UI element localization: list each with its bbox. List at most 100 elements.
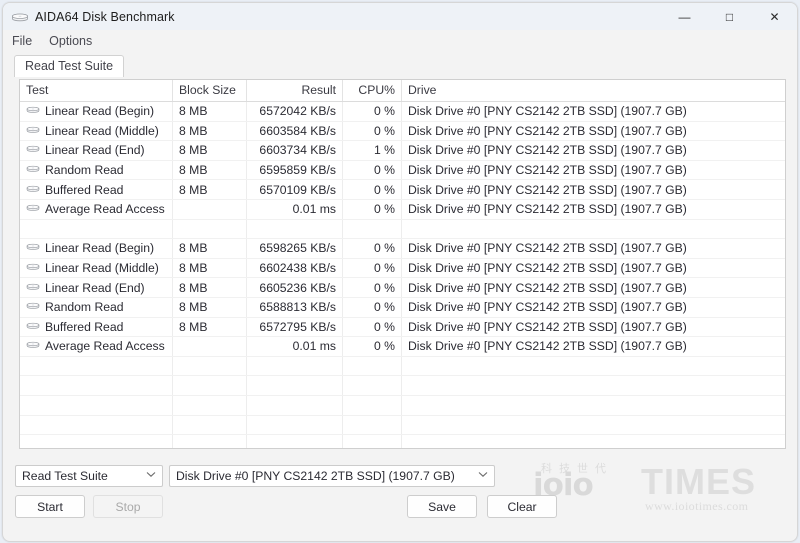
cell-result: 6598265 KB/s [246,238,343,259]
cell-drive: Disk Drive #0 [PNY CS2142 2TB SSD] (1907… [401,238,785,259]
cell-empty [246,395,343,416]
cell-result: 0.01 ms [246,199,343,220]
column-header-block-size[interactable]: Block Size [172,80,247,102]
cell-test: Linear Read (Middle) [20,258,173,279]
cell-cpu: 0 % [342,179,402,200]
cell-result: 0.01 ms [246,336,343,357]
table-row[interactable]: Buffered Read 8 MB 6570109 KB/s 0 % Disk Dri… [20,179,785,200]
cell-block-size [172,336,247,357]
cell-drive: Disk Drive #0 [PNY CS2142 2TB SSD] (1907… [401,277,785,298]
cell-empty [401,356,785,377]
cell-test: Buffered Read [20,179,173,200]
table-row[interactable] [20,219,785,240]
start-button[interactable]: Start [15,495,85,518]
cell-block-size: 8 MB [172,179,247,200]
table-body: Linear Read (Begin) 8 MB 6572042 KB/s 0 % Di… [20,101,785,448]
cell-empty [20,375,173,396]
cell-test: Linear Read (Begin) [20,238,173,259]
cell-drive: Disk Drive #0 [PNY CS2142 2TB SSD] (1907… [401,317,785,338]
disk-drive-icon [26,300,40,314]
table-row[interactable]: Linear Read (End) 8 MB 6605236 KB/s 0 % Disk… [20,277,785,298]
tab-strip: Read Test Suite [3,55,797,77]
chevron-down-icon [146,471,156,481]
cell-drive: Disk Drive #0 [PNY CS2142 2TB SSD] (1907… [401,179,785,200]
minimize-icon[interactable]: — [662,3,707,30]
chevron-down-icon [478,471,488,481]
table-row[interactable]: Linear Read (Middle) 8 MB 6602438 KB/s 0 % D… [20,258,785,279]
cell-drive: Disk Drive #0 [PNY CS2142 2TB SSD] (1907… [401,297,785,318]
cell-test: Linear Read (Middle) [20,121,173,142]
table-row[interactable]: Linear Read (Begin) 8 MB 6572042 KB/s 0 % Di… [20,101,785,122]
cell-empty [20,395,173,416]
cell-block-size: 8 MB [172,160,247,181]
disk-drive-icon [26,241,40,255]
table-row[interactable]: Random Read 8 MB 6588813 KB/s 0 % Disk Drive… [20,297,785,318]
close-icon[interactable]: ✕ [752,3,797,30]
test-suite-select[interactable]: Read Test Suite [15,465,163,487]
cell-empty [401,434,785,448]
save-button[interactable]: Save [407,495,477,518]
maximize-icon[interactable]: □ [707,3,752,30]
test-name: Linear Read (Middle) [45,123,159,138]
cell-block-size: 8 MB [172,121,247,142]
cell-drive [401,219,785,240]
disk-drive-icon [26,281,40,295]
cell-test: Average Read Access [20,336,173,357]
cell-result: 6602438 KB/s [246,258,343,279]
test-name: Linear Read (Begin) [45,241,155,256]
table-row[interactable]: Random Read 8 MB 6595859 KB/s 0 % Disk Drive… [20,160,785,181]
cell-empty [20,356,173,377]
cell-cpu: 0 % [342,121,402,142]
table-row[interactable]: Linear Read (Begin) 8 MB 6598265 KB/s 0 % Di… [20,238,785,259]
table-row-empty[interactable] [20,356,785,377]
results-table-container[interactable]: Test Block Size Result CPU% Drive Linear… [19,79,786,449]
test-name: Linear Read (End) [45,280,145,295]
drive-select[interactable]: Disk Drive #0 [PNY CS2142 2TB SSD] (1907… [169,465,495,487]
column-header-test[interactable]: Test [20,80,173,102]
window-controls: — □ ✕ [662,3,797,30]
table-row[interactable]: Linear Read (Middle) 8 MB 6603584 KB/s 0 % D… [20,121,785,142]
table-row[interactable]: Buffered Read 8 MB 6572795 KB/s 0 % Disk Dri… [20,317,785,338]
cell-block-size: 8 MB [172,297,247,318]
table-row-empty[interactable] [20,415,785,436]
table-row-empty[interactable] [20,395,785,416]
table-row-empty[interactable] [20,375,785,396]
cell-cpu: 0 % [342,199,402,220]
cell-empty [172,434,247,448]
cell-empty [172,415,247,436]
stop-button: Stop [93,495,163,518]
cell-drive: Disk Drive #0 [PNY CS2142 2TB SSD] (1907… [401,140,785,161]
test-name: Linear Read (Middle) [45,261,159,276]
cell-empty [401,395,785,416]
column-header-drive[interactable]: Drive [401,80,785,102]
cell-empty [342,375,402,396]
cell-empty [342,356,402,377]
table-row[interactable]: Linear Read (End) 8 MB 6603734 KB/s 1 % Disk… [20,140,785,161]
test-name: Random Read [45,300,124,315]
cell-result: 6572795 KB/s [246,317,343,338]
test-name: Buffered Read [45,319,124,334]
table-header: Test Block Size Result CPU% Drive [20,80,785,102]
menu-item-options[interactable]: Options [49,34,92,48]
cell-drive: Disk Drive #0 [PNY CS2142 2TB SSD] (1907… [401,336,785,357]
cell-cpu: 0 % [342,317,402,338]
clear-button[interactable]: Clear [487,495,557,518]
cell-result: 6595859 KB/s [246,160,343,181]
cell-test: Linear Read (Begin) [20,101,173,122]
column-header-result[interactable]: Result [246,80,343,102]
cell-test: Random Read [20,160,173,181]
disk-drive-icon [26,202,40,216]
cell-result [246,219,343,240]
cell-block-size: 8 MB [172,101,247,122]
cell-cpu: 0 % [342,336,402,357]
menu-item-file[interactable]: File [12,34,32,48]
cell-test [20,219,173,240]
table-row[interactable]: Average Read Access 0.01 ms 0 % Disk Drive … [20,199,785,220]
cell-result: 6572042 KB/s [246,101,343,122]
tab-read-test-suite[interactable]: Read Test Suite [14,55,125,77]
table-row[interactable]: Average Read Access 0.01 ms 0 % Disk Drive … [20,336,785,357]
column-header-cpu[interactable]: CPU% [342,80,402,102]
cell-test: Random Read [20,297,173,318]
table-row-empty[interactable] [20,434,785,448]
cell-empty [246,434,343,448]
